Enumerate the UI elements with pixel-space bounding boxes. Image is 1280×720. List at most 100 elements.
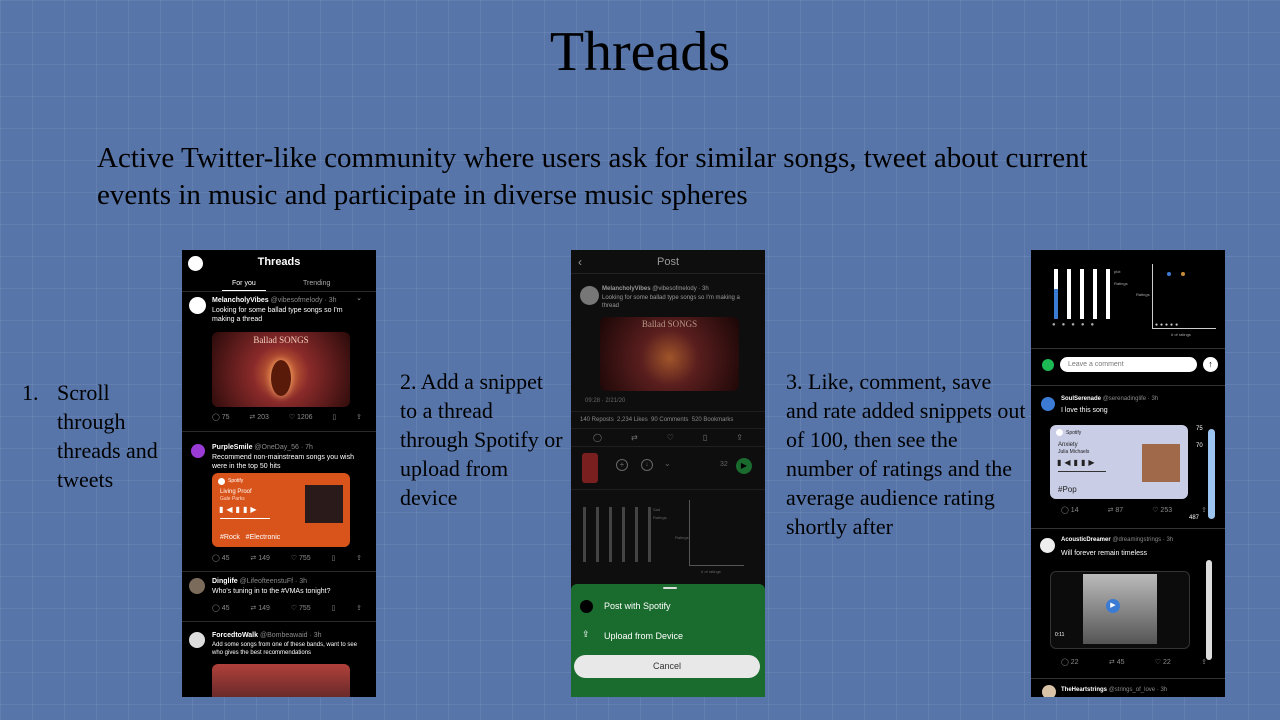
- share-icon[interactable]: ⇪: [736, 433, 743, 442]
- post-username[interactable]: PurpleSmile: [212, 444, 252, 451]
- share-icon[interactable]: ⇪: [356, 554, 362, 562]
- avatar[interactable]: [580, 286, 599, 305]
- repost-icon[interactable]: ⇄ 149: [250, 604, 270, 612]
- tab-for-you[interactable]: For you: [232, 280, 256, 287]
- legend-item: plot: [1114, 269, 1121, 274]
- snippet-player[interactable]: + ↓ ⌄ 32 ▶: [571, 448, 765, 488]
- send-button[interactable]: ↑: [1203, 357, 1218, 372]
- play-button[interactable]: ▶: [1106, 599, 1120, 613]
- feed-post[interactable]: Dinglife @LifeofteenstuFf · 3h Who's tun…: [182, 572, 376, 620]
- rating-slider-4[interactable]: [1093, 269, 1097, 319]
- avatar[interactable]: [189, 297, 206, 314]
- avatar[interactable]: [1040, 538, 1055, 553]
- progress-bar[interactable]: [1058, 471, 1106, 472]
- progress-bar[interactable]: [220, 518, 270, 519]
- bookmark-icon[interactable]: ▯: [331, 604, 335, 612]
- like-icon[interactable]: ♡ 253: [1152, 506, 1172, 514]
- sheet-handle[interactable]: [663, 587, 677, 589]
- rating-slider-4[interactable]: [622, 507, 625, 562]
- comment-icon[interactable]: ◯ 75: [212, 413, 230, 421]
- rating-slider-3[interactable]: [609, 507, 612, 562]
- bookmark-icon[interactable]: ▯: [331, 554, 335, 562]
- comment-icon[interactable]: ◯ 45: [212, 554, 230, 562]
- avatar[interactable]: [189, 578, 205, 594]
- step1-number: 1.: [22, 380, 39, 405]
- data-points: ●●●●●: [1155, 322, 1181, 328]
- comment-icon[interactable]: ◯ 14: [1061, 506, 1079, 514]
- comment-post[interactable]: AcousticDreamer @dreamingstrings · 3h Wi…: [1031, 530, 1225, 675]
- post-image[interactable]: Ballad SONGS: [212, 332, 350, 407]
- play-button[interactable]: ▶: [736, 458, 752, 474]
- share-icon[interactable]: ⇪: [1201, 506, 1207, 514]
- scroll-bar[interactable]: [1206, 560, 1212, 660]
- avatar[interactable]: [1042, 685, 1056, 697]
- feed-post[interactable]: MelancholyVibes @vibesofmelody · 3h ⌄ Lo…: [182, 292, 376, 430]
- post-username[interactable]: Dinglife: [212, 578, 238, 585]
- spotify-card[interactable]: Spotify Anxiety Julia Michaels ▮◀▮▮▶ #Po…: [1050, 425, 1188, 499]
- repost-icon[interactable]: ⇄ 87: [1108, 506, 1124, 514]
- upload-from-device-option[interactable]: ⇪ Upload from Device: [571, 626, 765, 648]
- share-icon[interactable]: ⇪: [356, 413, 362, 421]
- x-axis: [1152, 328, 1216, 329]
- post-username[interactable]: MelancholyVibes: [602, 286, 651, 292]
- post-text: I love this song: [1061, 407, 1108, 414]
- post-username[interactable]: SoulSerenade: [1061, 396, 1101, 402]
- like-icon[interactable]: ♡: [667, 433, 674, 442]
- more-icon[interactable]: ⌄: [664, 459, 671, 468]
- repost-icon[interactable]: ⇄ 45: [1109, 658, 1125, 666]
- rating-slider-6[interactable]: [648, 507, 651, 562]
- post-username[interactable]: AcousticDreamer: [1061, 537, 1111, 543]
- download-icon[interactable]: ↓: [641, 459, 653, 471]
- comment-input[interactable]: Leave a comment: [1060, 357, 1197, 372]
- post-actions: ◯ ⇄ ♡ ▯ ⇪: [593, 433, 743, 442]
- video-time: 0:11: [1055, 632, 1065, 638]
- avatar[interactable]: [191, 444, 205, 458]
- repost-icon[interactable]: ⇄ 149: [250, 554, 270, 562]
- video-card[interactable]: ▶ 0:11: [1050, 571, 1190, 649]
- feed-post[interactable]: PurpleSmile @OneDay_56 · 7h Recommend no…: [182, 432, 376, 570]
- comment-icon[interactable]: ◯: [593, 433, 602, 442]
- rating-slider-2[interactable]: [1067, 269, 1071, 319]
- post-menu-icon[interactable]: ⌄: [356, 294, 362, 302]
- like-icon[interactable]: ♡ 1206: [289, 413, 313, 421]
- post-username[interactable]: TheHeartstrings: [1061, 687, 1107, 693]
- bookmark-icon[interactable]: ▯: [332, 413, 336, 421]
- repost-icon[interactable]: ⇄ 203: [249, 413, 269, 421]
- post-image[interactable]: [212, 664, 350, 697]
- post-username[interactable]: MelancholyVibes: [212, 297, 269, 304]
- comment-icon[interactable]: ◯ 22: [1061, 658, 1079, 666]
- post-handle: @Bombeawaid · 3h: [259, 632, 322, 639]
- rating-slider-1[interactable]: [1054, 269, 1058, 319]
- avatar[interactable]: [189, 632, 205, 648]
- player-controls[interactable]: ▮◀▮▮▶: [219, 505, 260, 514]
- rating-count: 487: [1189, 515, 1200, 521]
- rating-bar[interactable]: [1208, 429, 1215, 519]
- spotify-icon: [1056, 429, 1063, 436]
- comment-icon[interactable]: ◯ 45: [212, 604, 230, 612]
- rating-slider-3[interactable]: [1080, 269, 1084, 319]
- player-controls[interactable]: ▮◀▮▮▶: [1057, 458, 1098, 467]
- post-with-spotify-option[interactable]: Post with Spotify: [571, 596, 765, 618]
- avatar[interactable]: [1041, 397, 1055, 411]
- share-icon[interactable]: ⇪: [356, 604, 362, 612]
- rating-slider-5[interactable]: [635, 507, 638, 562]
- post-image[interactable]: Ballad SONGS: [600, 317, 739, 391]
- like-icon[interactable]: ♡ 755: [291, 554, 311, 562]
- rating-slider-2[interactable]: [596, 507, 599, 562]
- cancel-button[interactable]: Cancel: [574, 655, 760, 678]
- comment-post[interactable]: SoulSerenade @serenadinglife · 3h I love…: [1031, 387, 1225, 527]
- share-icon[interactable]: ⇪: [1201, 658, 1207, 666]
- like-icon[interactable]: ♡ 22: [1155, 658, 1171, 666]
- post-username[interactable]: ForcedtoWalk: [212, 632, 258, 639]
- add-icon[interactable]: +: [616, 459, 628, 471]
- tab-trending[interactable]: Trending: [303, 280, 330, 287]
- feed-post[interactable]: ForcedtoWalk @Bombeawaid · 3h Add some s…: [182, 622, 376, 697]
- like-icon[interactable]: ♡ 755: [291, 604, 311, 612]
- repost-icon[interactable]: ⇄: [631, 433, 638, 442]
- rating-slider-1[interactable]: [583, 507, 586, 562]
- rating-slider-5[interactable]: [1106, 269, 1110, 319]
- upload-from-device-label: Upload from Device: [604, 631, 684, 641]
- image-caption: Ballad SONGS: [253, 335, 309, 345]
- bookmark-icon[interactable]: ▯: [703, 433, 707, 442]
- spotify-card[interactable]: Spotify Living Proof Gale Parks ▮◀▮▮▶ #R…: [212, 473, 350, 547]
